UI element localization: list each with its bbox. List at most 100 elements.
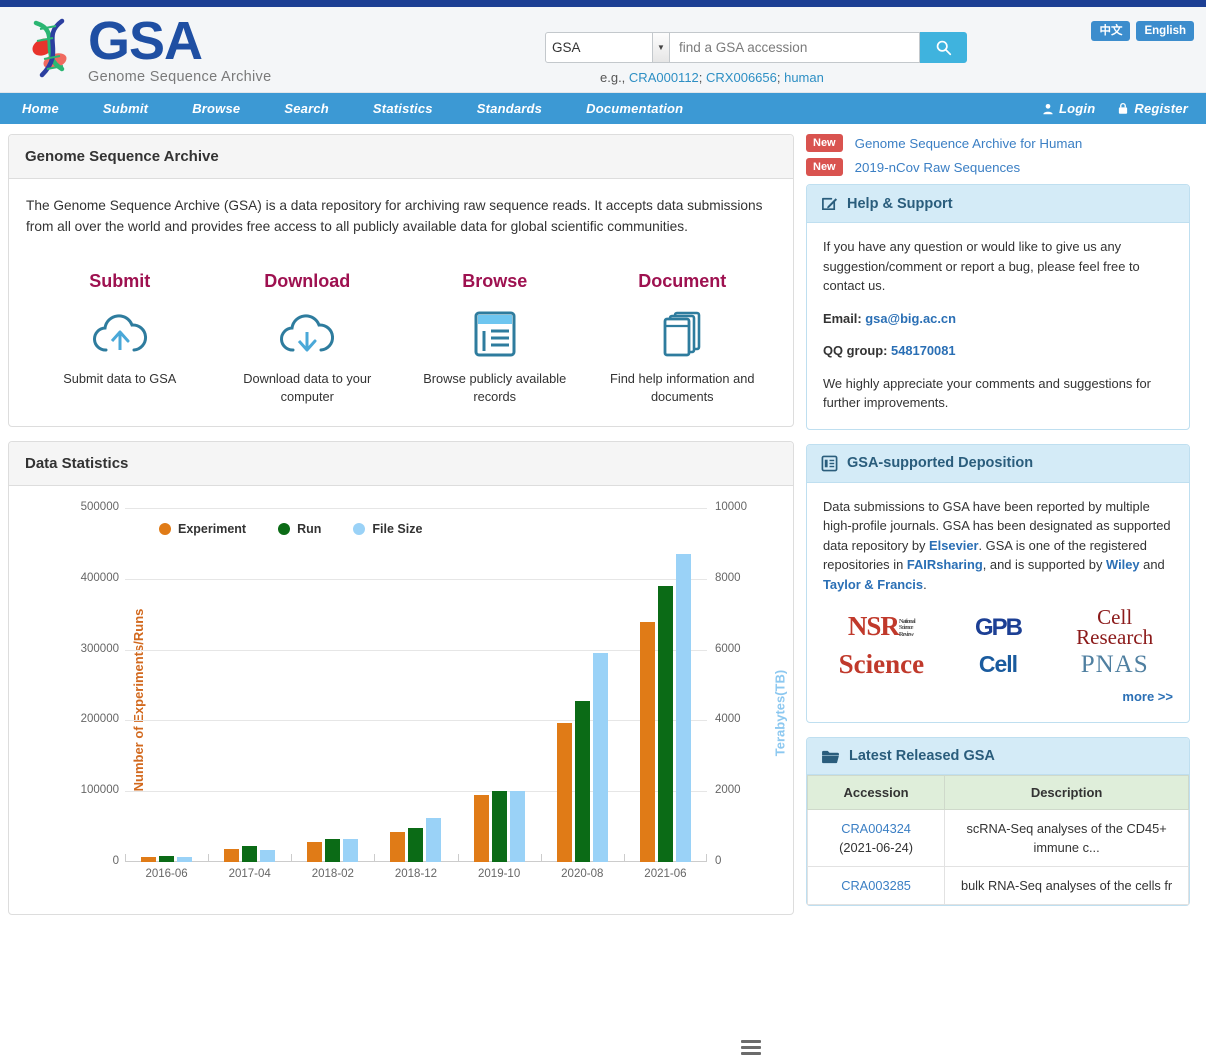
nav-item-standards[interactable]: Standards bbox=[455, 101, 564, 116]
chart-bar-experiment-2018-02[interactable] bbox=[307, 842, 322, 862]
lang-button-en[interactable]: English bbox=[1136, 21, 1194, 41]
chart-bar-file-size-2017-04[interactable] bbox=[260, 850, 275, 862]
action-document-title: Document bbox=[589, 271, 777, 292]
chart-bar-file-size-2018-12[interactable] bbox=[426, 818, 441, 862]
examples-prefix: e.g., bbox=[600, 70, 629, 85]
chart-x-axis-labels: 2016-062017-042018-022018-122019-102020-… bbox=[125, 868, 707, 880]
x-tick-2018-02: 2018-02 bbox=[291, 868, 374, 880]
action-browse[interactable]: Browse Browse publicly availab bbox=[401, 271, 589, 406]
hamburger-menu-icon[interactable] bbox=[741, 1040, 761, 1058]
chart-bar-experiment-2016-06[interactable] bbox=[141, 857, 156, 862]
journal-logo-cell[interactable]: Cell bbox=[940, 655, 1057, 675]
example-link-1[interactable]: CRA000112 bbox=[629, 70, 699, 85]
y2-tick-0: 0 bbox=[715, 855, 775, 867]
chart-bar-experiment-2021-06[interactable] bbox=[640, 622, 655, 862]
legend-item-experiment[interactable]: Experiment bbox=[159, 522, 246, 536]
main-column: Genome Sequence Archive The Genome Seque… bbox=[8, 134, 794, 929]
y2-tick-2000: 2000 bbox=[715, 784, 775, 796]
journal-logo-science[interactable]: Science bbox=[823, 655, 940, 675]
nav-item-browse[interactable]: Browse bbox=[170, 101, 262, 116]
chart-bar-file-size-2020-08[interactable] bbox=[593, 653, 608, 862]
legend-label-run: Run bbox=[297, 522, 321, 536]
chart-bar-run-2019-10[interactable] bbox=[492, 791, 507, 863]
chart-bar-run-2018-02[interactable] bbox=[325, 839, 340, 862]
action-download[interactable]: Download Download data to your computer bbox=[214, 271, 402, 406]
chart-bar-run-2021-06[interactable] bbox=[658, 586, 673, 862]
news-item[interactable]: New Genome Sequence Archive for Human bbox=[806, 134, 1190, 152]
chart-bar-experiment-2020-08[interactable] bbox=[557, 723, 572, 862]
journal-logo-pnas[interactable]: PNAS bbox=[1056, 655, 1173, 675]
cell-description: bulk RNA-Seq analyses of the cells fr bbox=[945, 867, 1189, 905]
sidebar-column: New Genome Sequence Archive for Human Ne… bbox=[806, 134, 1190, 929]
chart-bar-file-size-2018-02[interactable] bbox=[343, 839, 358, 862]
chart-bar-file-size-2021-06[interactable] bbox=[676, 554, 691, 862]
journal-logo-nsr[interactable]: NSRNationalScienceReview bbox=[823, 617, 940, 639]
chart-bar-experiment-2018-12[interactable] bbox=[390, 832, 405, 862]
books-icon bbox=[589, 306, 777, 362]
nav-item-search[interactable]: Search bbox=[262, 101, 351, 116]
accession-link[interactable]: CRA003285 bbox=[841, 878, 911, 893]
y-tick-500000: 500000 bbox=[49, 501, 119, 513]
nav-item-home[interactable]: Home bbox=[0, 101, 81, 116]
deposition-link-taylor-francis[interactable]: Taylor & Francis bbox=[823, 577, 923, 592]
search-scope-select[interactable]: GSA ▼ bbox=[545, 32, 670, 63]
deposition-more: more >> bbox=[823, 687, 1173, 707]
help-email-link[interactable]: gsa@big.ac.cn bbox=[865, 311, 956, 326]
news-link[interactable]: Genome Sequence Archive for Human bbox=[855, 136, 1083, 151]
y-tick-400000: 400000 bbox=[49, 572, 119, 584]
y2-tick-8000: 8000 bbox=[715, 572, 775, 584]
search-input-placeholder: find a GSA accession bbox=[679, 40, 807, 55]
examples-sep-1: ; bbox=[699, 70, 706, 85]
chart-bar-file-size-2016-06[interactable] bbox=[177, 857, 192, 862]
register-button[interactable]: Register bbox=[1117, 101, 1188, 116]
deposition-link-elsevier[interactable]: Elsevier bbox=[929, 538, 978, 553]
site-logo[interactable]: GSA Genome Sequence Archive bbox=[22, 15, 271, 85]
search-input[interactable]: find a GSA accession bbox=[670, 32, 920, 63]
chart-bar-run-2018-12[interactable] bbox=[408, 828, 423, 862]
legend-item-run[interactable]: Run bbox=[278, 522, 321, 536]
more-link[interactable]: more >> bbox=[1122, 689, 1173, 704]
login-button[interactable]: Login bbox=[1042, 101, 1095, 116]
deposition-link-wiley[interactable]: Wiley bbox=[1106, 557, 1140, 572]
chart-bar-experiment-2019-10[interactable] bbox=[474, 795, 489, 862]
search-button[interactable] bbox=[920, 32, 967, 63]
nav-item-statistics[interactable]: Statistics bbox=[351, 101, 455, 116]
latest-released-header: Latest Released GSA bbox=[807, 738, 1189, 775]
action-document[interactable]: Document Find help information and docum… bbox=[589, 271, 777, 406]
nav-item-submit[interactable]: Submit bbox=[81, 101, 170, 116]
action-submit-desc: Submit data to GSA bbox=[26, 370, 214, 388]
journal-logos: NSRNationalScienceReview GPB Cell Resear… bbox=[823, 608, 1173, 675]
news-item[interactable]: New 2019-nCov Raw Sequences bbox=[806, 158, 1190, 176]
news-link[interactable]: 2019-nCov Raw Sequences bbox=[855, 160, 1021, 175]
journal-logo-gpb[interactable]: GPB bbox=[940, 618, 1057, 638]
cloud-upload-icon bbox=[26, 306, 214, 362]
register-label: Register bbox=[1134, 101, 1188, 116]
chart-bar-file-size-2019-10[interactable] bbox=[510, 791, 525, 862]
legend-label-file-size: File Size bbox=[372, 522, 422, 536]
folder-icon bbox=[821, 749, 840, 764]
quick-actions: Submit Submit data to GSA Download bbox=[26, 271, 776, 406]
chart-bar-run-2020-08[interactable] bbox=[575, 701, 590, 862]
deposition-text-5: . bbox=[923, 577, 927, 592]
accession-link[interactable]: CRA004324 bbox=[841, 821, 911, 836]
legend-item-file-size[interactable]: File Size bbox=[353, 522, 422, 536]
nav-item-documentation[interactable]: Documentation bbox=[564, 101, 705, 116]
action-submit[interactable]: Submit Submit data to GSA bbox=[26, 271, 214, 406]
status-badge: New bbox=[806, 134, 843, 152]
x-tick-2020-08: 2020-08 bbox=[541, 868, 624, 880]
chart-bar-run-2016-06[interactable] bbox=[159, 856, 174, 862]
journal-logo-cell-research[interactable]: Cell Research bbox=[1056, 608, 1173, 647]
y-tick-200000: 200000 bbox=[49, 713, 119, 725]
pencil-square-icon bbox=[821, 195, 838, 212]
example-link-2[interactable]: CRX006656 bbox=[706, 70, 777, 85]
chart-bar-experiment-2017-04[interactable] bbox=[224, 849, 239, 862]
deposition-link-fairsharing[interactable]: FAIRsharing bbox=[907, 557, 983, 572]
action-browse-desc: Browse publicly available records bbox=[401, 370, 589, 406]
chart-bar-run-2017-04[interactable] bbox=[242, 846, 257, 862]
example-link-3[interactable]: human bbox=[784, 70, 824, 85]
lock-icon bbox=[1117, 102, 1129, 115]
lang-button-zh[interactable]: 中文 bbox=[1091, 21, 1130, 41]
search-examples: e.g., CRA000112; CRX006656; human bbox=[600, 70, 824, 85]
chart-bar-groups bbox=[125, 508, 707, 862]
help-qq-link[interactable]: 548170081 bbox=[891, 343, 956, 358]
